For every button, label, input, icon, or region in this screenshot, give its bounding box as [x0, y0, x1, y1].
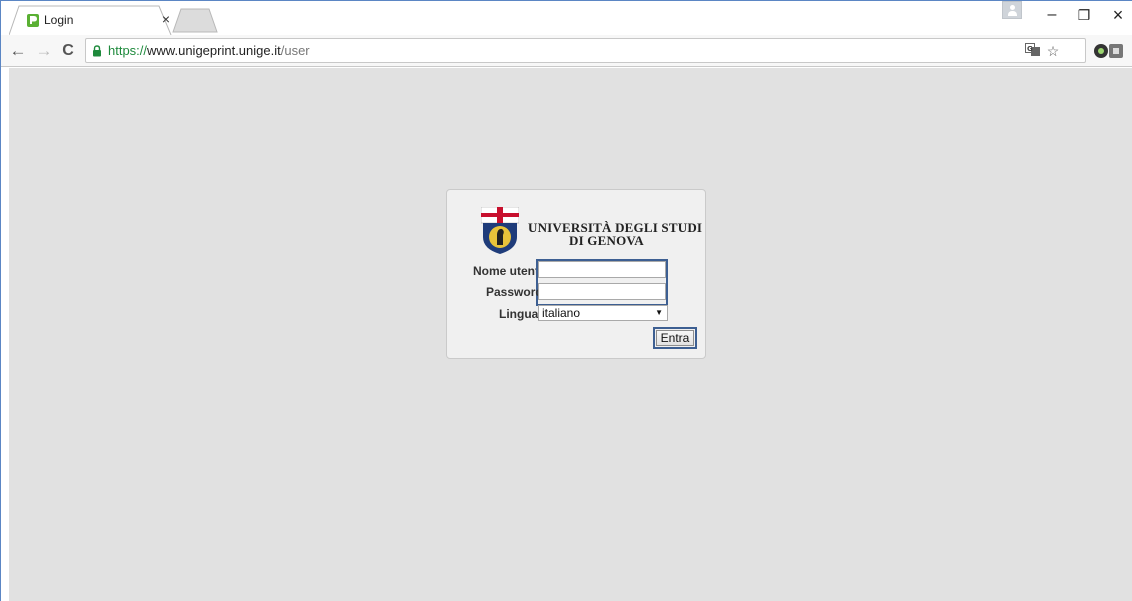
dropdown-arrow-icon: ▼ — [655, 308, 663, 317]
star-icon[interactable]: ☆ — [1044, 43, 1062, 59]
url-text[interactable]: https://www.unigeprint.unige.it/user — [108, 43, 310, 58]
login-button[interactable]: Entra — [656, 330, 694, 346]
url-scheme: https:// — [108, 43, 148, 58]
reload-icon[interactable]: C — [57, 40, 79, 62]
address-bar[interactable]: https://www.unigeprint.unige.it/user G ☆ — [85, 38, 1086, 63]
lock-icon — [93, 45, 101, 57]
minimize-button[interactable]: – — [1037, 1, 1067, 31]
page-viewport: UNIVERSITÀ DEGLI STUDI DI GENOVA Nome ut… — [9, 68, 1132, 601]
url-host: www.unigeprint.unige.it — [147, 43, 281, 58]
close-window-button[interactable]: × — [1103, 1, 1132, 31]
profile-icon[interactable] — [1002, 1, 1022, 19]
translate-icon[interactable]: G — [1024, 43, 1042, 59]
username-field[interactable] — [538, 261, 666, 278]
back-arrow-icon[interactable]: ← — [7, 40, 29, 62]
tab-strip: Login × – ❐ × — [1, 1, 1132, 35]
forward-arrow-icon[interactable]: → — [33, 40, 55, 62]
browser-window: Login × – ❐ × ← → C https://www.unigepri… — [0, 0, 1132, 601]
password-field[interactable] — [538, 283, 666, 300]
language-selected-value: italiano — [542, 306, 581, 320]
password-label: Password — [486, 285, 543, 299]
tab-title: Login — [44, 13, 74, 27]
language-select[interactable]: italiano ▼ — [538, 305, 668, 321]
logo-city-name: DI GENOVA — [569, 233, 644, 248]
extension-icon[interactable] — [1108, 43, 1124, 59]
browser-toolbar: ← → C https://www.unigeprint.unige.it/us… — [1, 35, 1132, 67]
extension-icon[interactable] — [1093, 43, 1109, 59]
login-panel: UNIVERSITÀ DEGLI STUDI DI GENOVA Nome ut… — [446, 189, 706, 359]
tab-login[interactable]: Login × — [9, 5, 174, 35]
new-tab-button[interactable] — [171, 7, 221, 33]
language-label: Lingua — [499, 307, 539, 321]
menu-dots-icon[interactable]: ⋮ — [1125, 41, 1132, 61]
svg-text:G: G — [1027, 45, 1033, 53]
url-path: /user — [280, 43, 310, 58]
submit-focus-frame: Entra — [653, 327, 697, 349]
university-crest-icon — [481, 207, 519, 254]
restore-button[interactable]: ❐ — [1069, 1, 1099, 31]
favicon-icon — [27, 14, 39, 27]
username-label: Nome utente — [473, 264, 546, 278]
